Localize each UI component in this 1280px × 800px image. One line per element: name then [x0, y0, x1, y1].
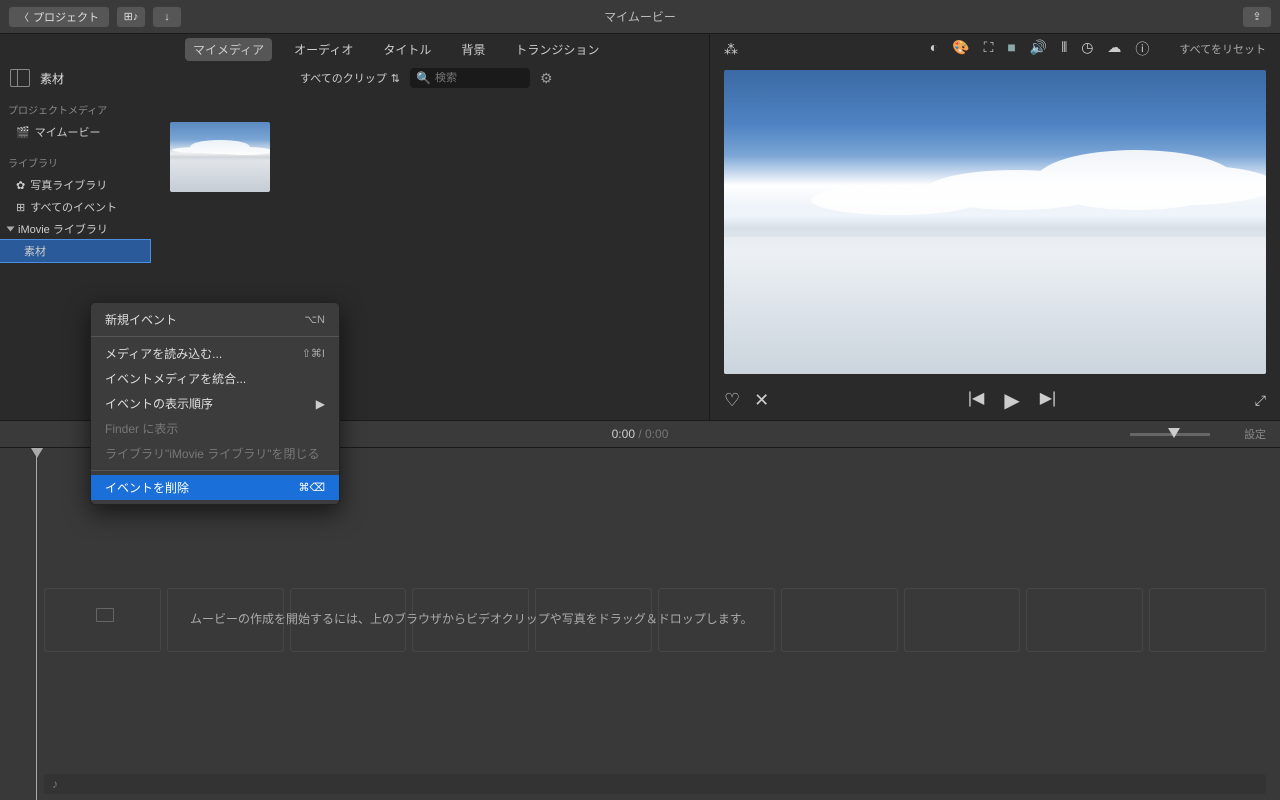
magic-wand-icon[interactable]: ⁂ — [724, 41, 738, 58]
context-menu: 新規イベント⌥N メディアを読み込む...⇧⌘I イベントメディアを統合... … — [90, 302, 340, 505]
main-toolbar: 〈プロジェクト ⊞♪ ↓ マイムービー ⇪ — [0, 0, 1280, 34]
tab-titles[interactable]: タイトル — [375, 38, 439, 61]
clapper-icon: 🎬 — [16, 126, 30, 139]
sidebar-item-project[interactable]: 🎬マイムービー — [0, 121, 150, 143]
fullscreen-icon[interactable]: ⤢ — [1255, 392, 1266, 409]
timeline-audio-track[interactable]: ♪ — [44, 774, 1266, 794]
browser-title: 素材 — [40, 70, 290, 87]
reset-all-button[interactable]: すべてをリセット — [1179, 41, 1266, 57]
crop-icon[interactable]: ⛶ — [984, 39, 994, 59]
timeline-hint: ムービーの作成を開始するには、上のブラウザからビデオクリップや写真をドラッグ＆ド… — [190, 610, 753, 627]
time-duration: 0:00 — [645, 427, 668, 441]
ctx-import-media[interactable]: メディアを読み込む...⇧⌘I — [91, 341, 339, 366]
favorite-icon[interactable]: ♡ — [724, 390, 740, 411]
info-icon[interactable]: ⓘ — [1135, 39, 1149, 59]
reject-icon[interactable]: ✕ — [754, 390, 769, 411]
ctx-delete-event[interactable]: イベントを削除⌘⌫ — [91, 475, 339, 500]
download-icon: ↓ — [164, 11, 170, 23]
time-current: 0:00 — [612, 427, 635, 441]
tab-transitions[interactable]: トランジション — [507, 38, 607, 61]
project-title: マイムービー — [604, 8, 676, 25]
share-icon: ⇪ — [1252, 10, 1261, 23]
separator — [91, 470, 339, 471]
ctx-new-event[interactable]: 新規イベント⌥N — [91, 307, 339, 332]
music-note-icon: ♪ — [52, 777, 58, 791]
flower-icon: ✿ — [16, 179, 25, 192]
tab-memedia[interactable]: マイメディア — [185, 38, 272, 61]
search-input[interactable] — [435, 72, 515, 84]
preview-viewer[interactable] — [724, 70, 1266, 374]
color-balance-icon[interactable]: ◐ — [930, 39, 938, 59]
project-media-header: プロジェクトメディア — [0, 98, 150, 121]
zoom-slider[interactable] — [1130, 433, 1210, 436]
timecode: 0:00 / 0:00 — [612, 427, 669, 441]
disclosure-icon[interactable] — [7, 227, 15, 232]
tab-backgrounds[interactable]: 背景 — [453, 38, 493, 61]
filmstrip-icon: ⊞♪ — [124, 10, 139, 23]
adjustments-bar: ⁂ ◐ 🎨 ⛶ ■ 🔊 ⫴ ◷ ☁ ⓘ すべてをリセット — [710, 34, 1280, 64]
ctx-consolidate[interactable]: イベントメディアを統合... — [91, 366, 339, 391]
ctx-sort-order[interactable]: イベントの表示順序▶ — [91, 391, 339, 416]
timeline-slot[interactable] — [781, 588, 898, 652]
timeline-settings-button[interactable]: 設定 — [1244, 426, 1266, 442]
gear-icon[interactable]: ⚙ — [540, 70, 553, 87]
updown-icon: ⇅ — [391, 72, 400, 85]
clip-thumbnail[interactable] — [170, 122, 270, 192]
search-icon: 🔍 — [416, 71, 431, 85]
back-label: プロジェクト — [33, 9, 99, 25]
stabilize-icon[interactable]: ■ — [1007, 39, 1015, 59]
adjust-icon[interactable]: ☁ — [1107, 39, 1121, 59]
volume-icon[interactable]: 🔊 — [1030, 39, 1047, 59]
zoom-thumb[interactable] — [1168, 428, 1180, 438]
sidebar-item-all-events[interactable]: ⊞すべてのイベント — [0, 196, 150, 218]
library-header: ライブラリ — [0, 151, 150, 174]
import-button[interactable]: ↓ — [152, 6, 182, 28]
prev-button[interactable]: |◀ — [968, 388, 984, 413]
sidebar-item-imovie-library[interactable]: iMovie ライブラリ — [0, 218, 150, 240]
timeline-slot[interactable] — [1026, 588, 1143, 652]
ctx-close-library: ライブラリ"iMovie ライブラリ"を閉じる — [91, 441, 339, 466]
clips-filter-select[interactable]: すべてのクリップ⇅ — [300, 70, 400, 86]
search-field[interactable]: 🔍 — [410, 68, 530, 88]
back-projects-button[interactable]: 〈プロジェクト — [8, 6, 110, 28]
media-browser-button[interactable]: ⊞♪ — [116, 6, 146, 28]
color-correction-icon[interactable]: 🎨 — [952, 39, 969, 59]
browser-bar: 素材 すべてのクリップ⇅ 🔍 ⚙ — [0, 64, 709, 92]
equalizer-icon[interactable]: ⫴ — [1061, 39, 1067, 59]
sidebar-item-photos[interactable]: ✿写真ライブラリ — [0, 174, 150, 196]
play-button[interactable]: ▶ — [1004, 388, 1019, 413]
timeline-slot[interactable] — [904, 588, 1021, 652]
separator — [91, 336, 339, 337]
filmstrip-icon: ⊞ — [16, 201, 25, 214]
timeline-slot[interactable] — [1149, 588, 1266, 652]
ctx-show-finder: Finder に表示 — [91, 416, 339, 441]
sidebar-item-event[interactable]: 素材 — [0, 240, 150, 262]
tab-audio[interactable]: オーディオ — [286, 38, 361, 61]
submenu-arrow-icon: ▶ — [316, 397, 325, 411]
share-button[interactable]: ⇪ — [1242, 6, 1272, 28]
playhead[interactable] — [36, 448, 37, 800]
sidebar-toggle-icon[interactable] — [10, 69, 30, 87]
speed-icon[interactable]: ◷ — [1081, 39, 1093, 59]
preview-controls: ♡ ✕ |◀ ▶ ▶| ⤢ — [710, 380, 1280, 420]
placeholder-photo-icon — [96, 608, 114, 622]
next-button[interactable]: ▶| — [1040, 388, 1056, 413]
media-tabs: マイメディア オーディオ タイトル 背景 トランジション — [0, 34, 709, 64]
